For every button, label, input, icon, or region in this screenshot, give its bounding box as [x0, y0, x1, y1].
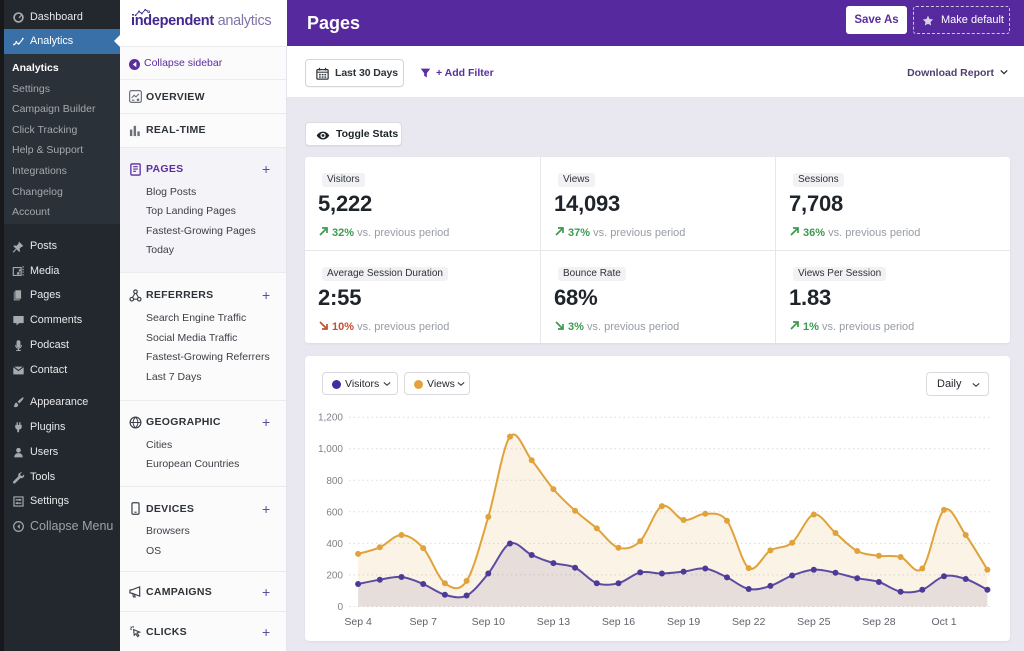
svg-text:Sep 19: Sep 19 [667, 616, 700, 628]
svg-text:Sep 22: Sep 22 [732, 616, 765, 628]
svg-text:Sep 10: Sep 10 [472, 616, 505, 628]
svg-text:Sep 4: Sep 4 [344, 616, 372, 628]
svg-text:Sep 28: Sep 28 [862, 616, 895, 628]
svg-text:Sep 7: Sep 7 [409, 616, 437, 628]
svg-text:Oct 1: Oct 1 [931, 616, 956, 628]
svg-text:Sep 16: Sep 16 [602, 616, 635, 628]
svg-text:600: 600 [326, 507, 343, 518]
svg-text:Sep 25: Sep 25 [797, 616, 830, 628]
svg-text:200: 200 [326, 570, 343, 581]
svg-text:1,000: 1,000 [318, 444, 343, 455]
svg-text:Sep 13: Sep 13 [537, 616, 570, 628]
svg-text:800: 800 [326, 476, 343, 487]
svg-text:0: 0 [337, 602, 343, 613]
svg-text:1,200: 1,200 [318, 413, 343, 424]
svg-text:400: 400 [326, 539, 343, 550]
